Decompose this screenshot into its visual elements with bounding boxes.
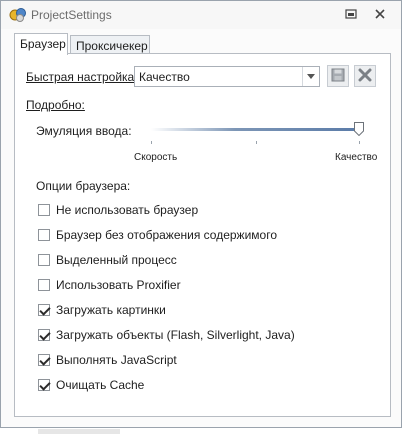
option-label: Загружать объекты (Flash, Silverlight, J… [56, 328, 295, 342]
option-checkbox[interactable] [38, 304, 50, 316]
option-label: Браузер без отображения содержимого [56, 228, 277, 242]
quick-settings-label[interactable]: Быстрая настройка: [26, 70, 138, 84]
window-title: ProjectSettings [31, 8, 112, 22]
input-emulation-slider-thumb[interactable] [354, 122, 364, 137]
project-settings-window: ProjectSettings Браузер Проксичекер Быст… [0, 0, 402, 428]
slider-min-label: Скорость [134, 152, 178, 163]
restore-icon [345, 8, 357, 22]
restore-button[interactable] [342, 6, 360, 24]
option-checkbox[interactable] [38, 229, 50, 241]
option-label: Очищать Cache [56, 378, 145, 392]
slider-tick [359, 141, 360, 144]
browser-option-row[interactable]: Не использовать браузер [38, 202, 198, 218]
delete-preset-button[interactable] [354, 65, 376, 87]
delete-icon [358, 68, 372, 85]
option-checkbox[interactable] [38, 379, 50, 391]
browser-option-row[interactable]: Выполнять JavaScript [38, 352, 177, 368]
app-logo-icon [9, 7, 27, 23]
browser-option-row[interactable]: Загружать картинки [38, 302, 166, 318]
quick-settings-select[interactable]: Качество [134, 66, 320, 87]
option-label: Не использовать браузер [56, 203, 199, 217]
save-preset-button[interactable] [327, 65, 349, 87]
details-label[interactable]: Подробно: [26, 98, 85, 112]
tab-label: Проксичекер [76, 39, 148, 53]
option-label: Загружать картинки [56, 303, 166, 317]
bottom-divider [38, 429, 120, 434]
option-checkbox[interactable] [38, 204, 50, 216]
tab-browser[interactable]: Браузер [14, 33, 68, 55]
option-checkbox[interactable] [38, 279, 50, 291]
title-bar: ProjectSettings [1, 1, 401, 29]
browser-option-row[interactable]: Браузер без отображения содержимого [38, 227, 277, 243]
option-label: Выполнять JavaScript [56, 353, 177, 367]
option-checkbox[interactable] [38, 329, 50, 341]
browser-option-row[interactable]: Очищать Cache [38, 377, 144, 393]
save-icon [331, 68, 345, 85]
input-emulation-label: Эмуляция ввода: [36, 124, 132, 138]
option-checkbox[interactable] [38, 354, 50, 366]
chevron-down-icon[interactable] [302, 67, 319, 86]
slider-tick [151, 141, 152, 144]
tab-label: Браузер [20, 37, 66, 51]
browser-option-row[interactable]: Загружать объекты (Flash, Silverlight, J… [38, 327, 295, 343]
close-window-button[interactable] [371, 6, 389, 24]
option-checkbox[interactable] [38, 254, 50, 266]
quick-settings-value: Качество [139, 70, 190, 84]
input-emulation-slider-track[interactable] [151, 128, 361, 131]
browser-option-row[interactable]: Выделенный процесс [38, 252, 177, 268]
slider-max-label: Качество [335, 152, 378, 163]
option-label: Использовать Proxifier [56, 278, 181, 292]
tab-proxychecker[interactable]: Проксичекер [70, 35, 150, 55]
browser-options-title: Опции браузера: [36, 179, 131, 193]
slider-tick [256, 141, 257, 144]
browser-option-row[interactable]: Использовать Proxifier [38, 277, 181, 293]
close-icon [375, 8, 385, 22]
option-label: Выделенный процесс [56, 253, 177, 267]
